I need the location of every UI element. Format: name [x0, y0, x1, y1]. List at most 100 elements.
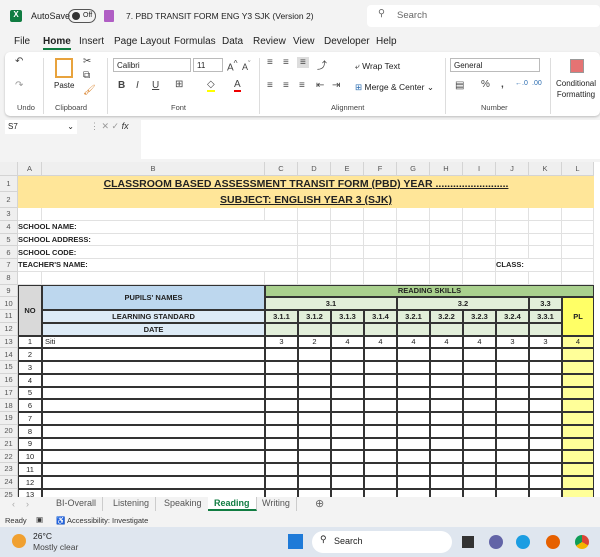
score-cell[interactable] — [331, 348, 364, 361]
standard-header[interactable]: 3.2.4 — [496, 310, 529, 323]
scroll-right-icon[interactable]: › — [26, 499, 29, 509]
score-cell[interactable]: 4 — [364, 335, 397, 349]
date-cell[interactable] — [331, 322, 364, 336]
score-cell[interactable] — [265, 463, 298, 476]
cell[interactable] — [331, 259, 364, 272]
score-cell[interactable] — [463, 399, 496, 412]
name-box[interactable]: S7 ⌄ — [5, 120, 77, 134]
standard-header[interactable]: 3.1.4 — [364, 310, 397, 323]
score-cell[interactable] — [430, 450, 463, 463]
pupil-no[interactable]: 6 — [18, 399, 42, 412]
fill-color-icon[interactable]: ◇ — [207, 79, 215, 92]
menu-view[interactable]: View — [293, 36, 315, 47]
cell[interactable] — [364, 208, 397, 221]
font-color-icon[interactable]: A — [234, 79, 241, 92]
score-cell[interactable] — [364, 475, 397, 489]
accessibility-status[interactable]: ♿ Accessibility: Investigate — [56, 516, 148, 525]
pupil-name[interactable] — [42, 348, 265, 361]
cell[interactable] — [42, 208, 265, 221]
row-header[interactable]: 17 — [0, 386, 18, 400]
pupil-name[interactable] — [42, 361, 265, 374]
score-cell[interactable] — [529, 348, 562, 361]
score-cell[interactable] — [331, 463, 364, 476]
class-label[interactable]: CLASS: — [496, 259, 529, 272]
column-header-I[interactable]: I — [463, 162, 496, 176]
font-name-select[interactable]: Calibri — [113, 58, 191, 72]
cell[interactable] — [463, 259, 496, 272]
cell[interactable] — [463, 271, 496, 285]
score-cell[interactable] — [430, 463, 463, 476]
sheet-tab-bi-overall[interactable]: BI-Overall — [50, 497, 104, 511]
row-header[interactable]: 14 — [0, 348, 18, 361]
cell[interactable] — [364, 271, 397, 285]
pupil-name[interactable] — [42, 373, 265, 387]
cell[interactable] — [496, 271, 529, 285]
score-cell[interactable] — [298, 424, 331, 438]
score-cell[interactable] — [496, 488, 529, 497]
cell[interactable] — [430, 233, 463, 247]
score-cell[interactable] — [496, 463, 529, 476]
row-header[interactable]: 19 — [0, 412, 18, 425]
pupil-no[interactable]: 2 — [18, 348, 42, 361]
date-cell[interactable] — [364, 322, 397, 336]
pl-cell[interactable] — [562, 437, 594, 451]
cell[interactable] — [298, 271, 331, 285]
row-header[interactable]: 21 — [0, 437, 18, 451]
date-cell[interactable] — [430, 322, 463, 336]
score-cell[interactable] — [298, 361, 331, 374]
score-cell[interactable]: 4 — [331, 335, 364, 349]
row-header[interactable]: 8 — [0, 271, 18, 285]
score-cell[interactable]: 3 — [265, 335, 298, 349]
score-cell[interactable] — [397, 463, 430, 476]
column-header-J[interactable]: J — [496, 162, 529, 176]
score-cell[interactable] — [331, 361, 364, 374]
pupils-names-header[interactable]: PUPILS' NAMES — [42, 284, 265, 310]
pl-cell[interactable] — [562, 412, 594, 425]
score-cell[interactable] — [397, 488, 430, 497]
score-cell[interactable] — [364, 450, 397, 463]
chrome-icon[interactable] — [575, 535, 589, 549]
score-cell[interactable] — [496, 412, 529, 425]
increase-decimal-icon[interactable]: ←.0 — [515, 80, 528, 87]
score-cell[interactable]: 3 — [529, 335, 562, 349]
column-header-K[interactable]: K — [529, 162, 562, 176]
cell[interactable] — [430, 271, 463, 285]
score-cell[interactable] — [265, 386, 298, 400]
row-header[interactable]: 6 — [0, 246, 18, 259]
cell[interactable] — [364, 259, 397, 272]
cell[interactable] — [265, 271, 298, 285]
standard-header[interactable]: 3.3.1 — [529, 310, 562, 323]
cell[interactable] — [331, 233, 364, 247]
score-cell[interactable] — [463, 386, 496, 400]
accounting-icon[interactable]: ▤ — [455, 80, 464, 91]
orientation-icon[interactable]: ⤴ — [317, 57, 327, 72]
font-size-select[interactable]: 11 — [193, 58, 223, 72]
pl-cell[interactable] — [562, 361, 594, 374]
cell[interactable] — [529, 208, 562, 221]
cell[interactable] — [298, 220, 331, 234]
column-header-D[interactable]: D — [298, 162, 331, 176]
date-cell[interactable] — [463, 322, 496, 336]
score-cell[interactable] — [331, 373, 364, 387]
sheet-tab-speaking[interactable]: Speaking — [158, 497, 209, 511]
add-sheet-icon[interactable]: ⊕ — [315, 497, 324, 510]
menu-review[interactable]: Review — [253, 36, 286, 47]
decrease-decimal-icon[interactable]: .00 — [532, 80, 542, 87]
macro-icon[interactable]: ▣ — [36, 515, 43, 524]
menu-data[interactable]: Data — [222, 36, 243, 47]
score-cell[interactable] — [496, 450, 529, 463]
cell[interactable] — [562, 246, 594, 259]
cell[interactable] — [496, 246, 529, 259]
date-cell[interactable] — [298, 322, 331, 336]
score-cell[interactable]: 4 — [463, 335, 496, 349]
align-center-icon[interactable]: ≡ — [283, 80, 289, 91]
score-cell[interactable] — [430, 424, 463, 438]
score-cell[interactable] — [529, 488, 562, 497]
score-cell[interactable] — [331, 386, 364, 400]
pl-cell[interactable] — [562, 373, 594, 387]
standard-header[interactable]: 3.1.3 — [331, 310, 364, 323]
score-cell[interactable] — [529, 373, 562, 387]
task-view-icon[interactable] — [462, 536, 474, 548]
score-cell[interactable] — [496, 373, 529, 387]
score-cell[interactable] — [529, 475, 562, 489]
